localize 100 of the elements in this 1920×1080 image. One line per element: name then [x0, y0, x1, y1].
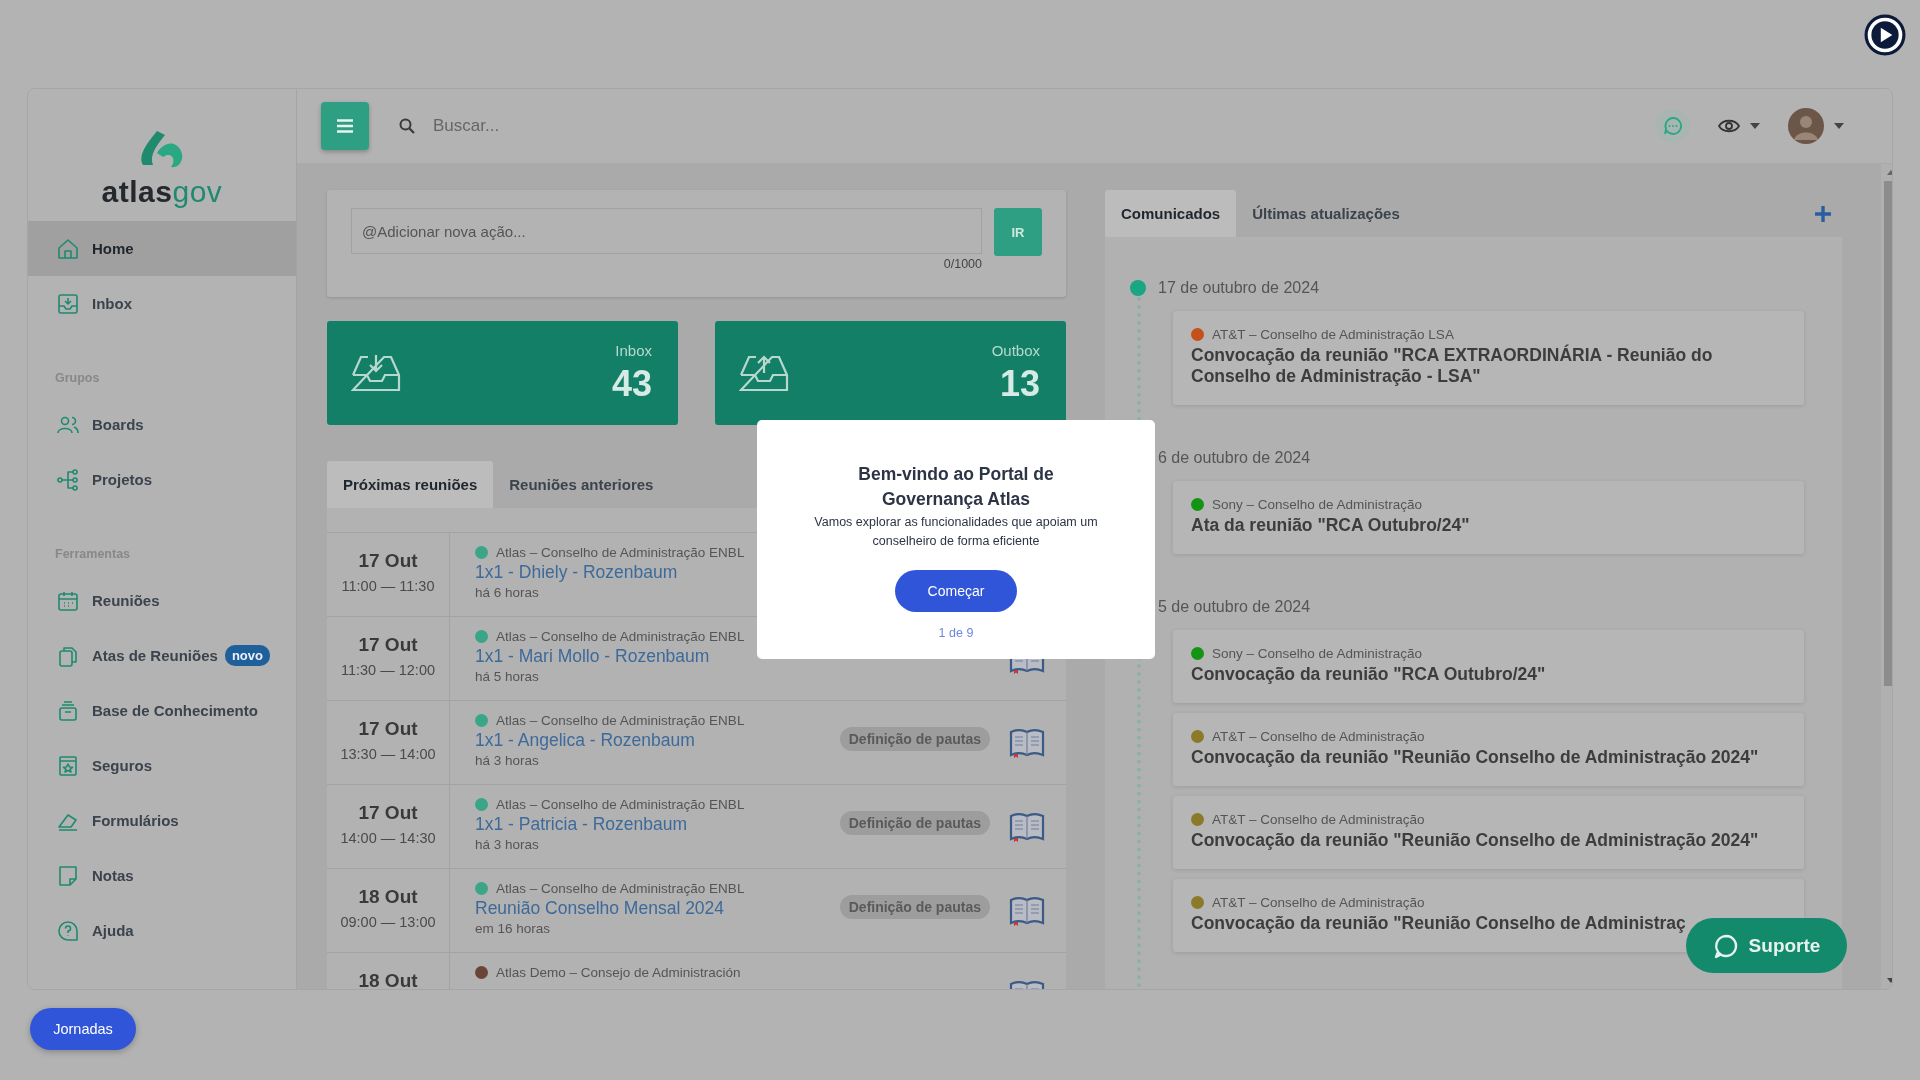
meeting-time: 11:00 — 11:30 [341, 578, 435, 594]
status-tag: Definição de pautas [839, 895, 990, 919]
group-name: Atlas – Conselho de Administração ENBL [496, 797, 745, 812]
note-icon [56, 863, 80, 888]
tab[interactable]: Últimas atualizações [1236, 190, 1416, 237]
news-card[interactable]: Sony – Conselho de Administração Ata da reunião "RCA Outubro/24" [1173, 481, 1804, 554]
news-title: Ata da reunião "RCA Outubro/24" [1191, 515, 1471, 536]
meeting-day: 18 Out [358, 886, 418, 908]
group-name: Atlas – Conselho de Administração ENBL [496, 881, 745, 896]
user-menu[interactable] [1788, 108, 1844, 144]
news-card[interactable]: AT&T – Conselho de Administração Convocação da reunião "Reunião Conselho de Administração 2024" [1173, 713, 1804, 786]
group-name: Sony – Conselho de Administração [1212, 646, 1423, 661]
stat-card[interactable]: Inbox 43 [327, 321, 678, 425]
tab[interactable]: Comunicados [1105, 190, 1237, 237]
meeting-day: 17 Out [358, 634, 418, 656]
news-title: Convocação da reunião "RCA Outubro/24" [1191, 664, 1547, 685]
meeting-day: 17 Out [358, 802, 418, 824]
menu-icon [337, 119, 353, 133]
stat-value: 13 [999, 362, 1040, 405]
nav-item[interactable]: Home [28, 221, 296, 276]
support-button[interactable]: Suporte [1686, 918, 1847, 973]
tab[interactable]: Próximas reuniões [327, 461, 494, 508]
news-title: Convocação da reunião "Reunião Conselho de Administração 2024" [1191, 747, 1760, 768]
play-icon[interactable] [1864, 14, 1906, 56]
caret-icon [1750, 123, 1760, 129]
relative-time: há 6 horas [475, 585, 539, 600]
meeting-day: 18 Out [358, 970, 418, 989]
stat-value: 43 [611, 362, 652, 405]
home-icon [56, 236, 80, 261]
group-name: AT&T – Conselho de Administração LSA [1212, 327, 1454, 342]
add-icon[interactable] [1814, 204, 1832, 223]
group-name: Atlas – Conselho de Administração ENBL [496, 629, 745, 644]
book-icon[interactable] [1008, 895, 1046, 927]
status-tag: Definição de pautas [839, 727, 990, 751]
go-button[interactable]: IR [994, 208, 1042, 256]
logo-text: atlasgov [101, 175, 223, 209]
nav-item[interactable]: Ajuda [28, 903, 296, 958]
help-icon [56, 918, 80, 943]
relative-time: há 3 horas [475, 753, 539, 768]
meeting-link[interactable]: Reunião Conselho Mensal 2024 [475, 898, 725, 919]
meeting-link[interactable]: 1x1 - Angelica - Rozenbaum [475, 730, 695, 751]
action-field[interactable]: @Adicionar nova ação... [351, 208, 982, 254]
visibility-dropdown[interactable] [1718, 119, 1760, 133]
group-name: AT&T – Conselho de Administração [1212, 729, 1425, 744]
nav-item[interactable]: Reuniões [28, 573, 296, 628]
group-name: Atlas – Conselho de Administração ENBL [496, 713, 745, 728]
scroll-down-icon[interactable] [1886, 978, 1892, 983]
relative-time: há 5 horas [475, 669, 539, 684]
news-card[interactable]: AT&T – Conselho de Administração LSA Convocação da reunião "RCA EXTRAORDINÁRIA - Reunião do Conselho de Administração - LSA" [1173, 311, 1804, 405]
dialog-title: Bem-vindo ao Portal de Governança Atlas [857, 463, 1055, 512]
start-button[interactable]: Começar [895, 570, 1017, 613]
group-name: Atlas Demo – Consejo de Administración [496, 965, 741, 980]
stat-label: Inbox [615, 341, 652, 359]
chat-bubble-icon [1712, 932, 1739, 959]
nav-item[interactable]: Seguros [28, 738, 296, 793]
meeting-time: 14:00 — 14:30 [340, 830, 436, 846]
stat-card[interactable]: Outbox 13 [715, 321, 1066, 425]
date-label: 17 de outubro de 2024 [1158, 279, 1320, 297]
nav-item[interactable]: Formulários [28, 793, 296, 848]
nav-item[interactable]: Boards [28, 397, 296, 452]
group-name: AT&T – Conselho de Administração [1212, 812, 1425, 827]
tray-upload-icon [739, 353, 789, 393]
meeting-time: 13:30 — 14:00 [340, 746, 436, 762]
journeys-button[interactable]: Jornadas [30, 1008, 136, 1050]
tab[interactable]: Reuniões anteriores [493, 461, 670, 508]
nav-item[interactable]: Projetos [28, 452, 296, 507]
meeting-link[interactable]: 1x1 - Mari Mollo - Rozenbaum [475, 646, 710, 667]
relative-time: há 3 horas [475, 837, 539, 852]
search-field[interactable]: Buscar... [431, 115, 835, 137]
character-counter: 0/1000 [943, 257, 982, 271]
date-label: 5 de outubro de 2024 [1158, 598, 1311, 616]
menu-button[interactable] [321, 102, 369, 150]
news-card[interactable]: AT&T – Conselho de Administração Convocação da reunião "Reunião Conselho de Administração 2024" [1173, 796, 1804, 869]
meeting-time: 09:00 — 13:00 [340, 914, 436, 930]
date-label: 6 de outubro de 2024 [1158, 449, 1311, 467]
meeting-day: 17 Out [358, 718, 418, 740]
nav-item[interactable]: Atas de Reuniões novo [28, 628, 296, 683]
meeting-link[interactable]: 1x1 - Patricia - Rozenbaum [475, 814, 688, 835]
new-badge: novo [224, 645, 270, 666]
group-name: AT&T – Conselho de Administração [1212, 895, 1425, 910]
tray-download-icon [351, 353, 401, 393]
nav-item[interactable]: Base de Conhecimento [28, 683, 296, 738]
nav-item[interactable]: Notas [28, 848, 296, 903]
timeline-dot [1130, 280, 1146, 296]
inbox-icon [56, 291, 80, 316]
news-title: Convocação da reunião "Reunião Conselho de Administraç [1191, 913, 1687, 934]
status-tag: Definição de pautas [839, 811, 990, 835]
news-card[interactable]: Sony – Conselho de Administração Convocação da reunião "RCA Outubro/24" [1173, 630, 1804, 703]
group-name: Atlas – Conselho de Administração ENBL [496, 545, 745, 560]
nav-item[interactable]: Inbox [28, 276, 296, 331]
news-title: Convocação da reunião "Reunião Conselho de Administração 2024" [1191, 830, 1760, 851]
box-icon [56, 698, 80, 723]
stat-label: Outbox [991, 341, 1040, 359]
meeting-link[interactable]: 1x1 - Dhiely - Rozenbaum [475, 562, 678, 583]
meeting-day: 17 Out [358, 550, 418, 572]
dialog-text: Vamos explorar as funcionalidades que apoiam um conselheiro de forma eficiente [813, 513, 1099, 550]
step-counter: 1 de 9 [938, 626, 974, 641]
scroll-up-icon[interactable] [1886, 170, 1892, 175]
book-icon[interactable] [1008, 811, 1046, 843]
book-icon[interactable] [1008, 727, 1046, 759]
